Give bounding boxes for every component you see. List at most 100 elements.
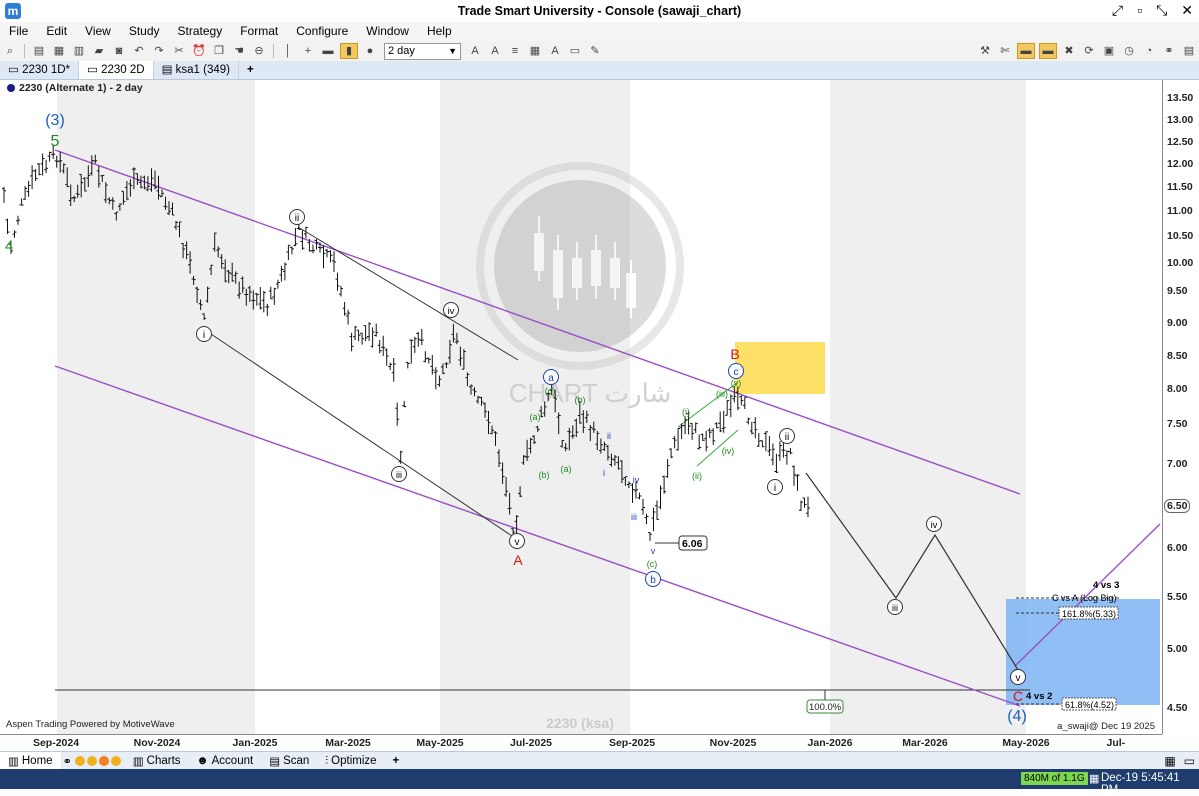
menu-configure[interactable]: Configure bbox=[287, 22, 357, 41]
wave-circle-ii-1: ii bbox=[289, 209, 305, 225]
svg-text:iii: iii bbox=[892, 603, 898, 613]
link-icon[interactable]: ⚭ bbox=[1161, 44, 1177, 58]
grid-icon[interactable]: ▦ bbox=[527, 44, 543, 58]
alarm-icon[interactable]: ⏰ bbox=[191, 44, 207, 58]
align-icon[interactable]: ≡ bbox=[507, 44, 523, 58]
add-tab-button[interactable]: + bbox=[239, 61, 262, 79]
series-dot-icon bbox=[7, 84, 15, 92]
optimize-icon: ⫶ bbox=[325, 754, 329, 767]
color-dot-icon[interactable]: ● bbox=[362, 44, 378, 58]
wave-circle-ii-2: ii bbox=[779, 428, 795, 444]
line-icon[interactable]: │ bbox=[280, 44, 296, 58]
window-icon[interactable]: ▭ bbox=[1180, 754, 1199, 768]
candle-icon[interactable]: ▮ bbox=[340, 43, 358, 59]
y-axis[interactable]: 13.50 13.00 12.50 12.00 11.50 11.00 10.5… bbox=[1162, 80, 1199, 734]
font-icon[interactable]: A bbox=[467, 44, 483, 58]
wave-minor-ii: ii bbox=[607, 431, 611, 441]
fullscreen-icon[interactable]: ⤢ bbox=[1112, 2, 1123, 19]
zoom-icon[interactable]: ⊖ bbox=[251, 44, 267, 58]
minimize-icon[interactable]: ▫ bbox=[1137, 2, 1142, 19]
menu-edit[interactable]: Edit bbox=[37, 22, 76, 41]
price-chart[interactable]: CHART شارت 4 vs 3 C vs A (Log Big) 161.8… bbox=[0, 80, 1162, 734]
bar-chart-icon[interactable]: ▬ bbox=[320, 44, 336, 58]
tab-home[interactable]: ▥ Home bbox=[0, 752, 61, 770]
tab-ksa1[interactable]: ▤ ksa1 (349) bbox=[154, 61, 239, 79]
text-color-icon[interactable]: A bbox=[547, 44, 563, 58]
tab-2230-1d[interactable]: ▭ 2230 1D* bbox=[0, 61, 80, 79]
page-icon[interactable]: ▤ bbox=[1181, 44, 1197, 58]
menu-file[interactable]: File bbox=[0, 22, 37, 41]
user-icon: ☻ bbox=[196, 755, 209, 767]
clock-icon[interactable]: ◷ bbox=[1121, 44, 1137, 58]
x-tick: May-2025 bbox=[416, 737, 464, 749]
close-icon[interactable]: ✕ bbox=[1181, 2, 1193, 19]
price-label: 6.06 bbox=[682, 538, 703, 550]
status-dot-icon[interactable] bbox=[98, 756, 109, 766]
tab-label: Scan bbox=[283, 755, 310, 767]
scan-icon: ▤ bbox=[269, 756, 281, 768]
restore-icon[interactable]: ⤡ bbox=[1156, 2, 1167, 19]
wave-circle-iv-2: iv bbox=[926, 516, 942, 532]
status-dot-icon[interactable] bbox=[86, 756, 97, 766]
hand-icon[interactable]: ☚ bbox=[231, 44, 247, 58]
undo-icon[interactable]: ↶ bbox=[131, 44, 147, 58]
tab-label: Charts bbox=[146, 755, 181, 767]
panel-icon[interactable]: ▬ bbox=[1017, 43, 1035, 59]
bar-size-select[interactable]: 2 day ▼ bbox=[384, 42, 461, 60]
x-axis[interactable]: Sep-2024 Nov-2024 Jan-2025 Mar-2025 May-… bbox=[0, 734, 1162, 761]
menu-window[interactable]: Window bbox=[357, 22, 418, 41]
menu-study[interactable]: Study bbox=[120, 22, 169, 41]
legend-text: 2230 (Alternate 1) - 2 day bbox=[19, 82, 143, 94]
chart-icon: ▥ bbox=[8, 756, 19, 768]
tab-charts[interactable]: ▥ Charts bbox=[125, 752, 189, 770]
menu-view[interactable]: View bbox=[76, 22, 120, 41]
memory-indicator[interactable]: 840M of 1.1G bbox=[1021, 772, 1088, 785]
y-tick: 11.00 bbox=[1167, 205, 1193, 217]
chart-canvas[interactable]: CHART شارت 4 vs 3 C vs A (Log Big) 161.8… bbox=[0, 80, 1162, 734]
link-icon[interactable]: ⚭ bbox=[61, 755, 74, 768]
panel2-icon[interactable]: ▬ bbox=[1039, 43, 1057, 59]
svg-text:iii: iii bbox=[396, 470, 402, 480]
layout-icon[interactable]: ▣ bbox=[1101, 44, 1117, 58]
add-bottom-tab-button[interactable]: + bbox=[385, 752, 408, 770]
status-dot-icon[interactable] bbox=[74, 756, 85, 766]
status-dot-icon[interactable] bbox=[110, 756, 121, 766]
wave-circle-c: c bbox=[728, 363, 744, 379]
crosshair-icon[interactable]: + bbox=[300, 44, 316, 58]
tools-icon[interactable]: ⚒ bbox=[977, 44, 993, 58]
tab-optimize[interactable]: ⫶ Optimize bbox=[317, 752, 384, 770]
bottom-tabs: ▥ Home ⚭ ▥ Charts ☻ Account ▤ Scan ⫶ Optimize… bbox=[0, 751, 1199, 770]
cut-icon[interactable]: ✄ bbox=[997, 44, 1013, 58]
fill-icon[interactable]: ▭ bbox=[567, 44, 583, 58]
tab-2230-2d[interactable]: ▭ 2230 2D bbox=[79, 61, 154, 79]
chart-tabs: ▭ 2230 1D* ▭ 2230 2D ▤ ksa1 (349) + bbox=[0, 61, 1199, 80]
bar-size-value: 2 day bbox=[388, 44, 415, 57]
tile-icon[interactable]: ▦ bbox=[1160, 754, 1179, 768]
close-tool-icon[interactable]: ✖ bbox=[1061, 44, 1077, 58]
fib-1618: 161.8%(5.33) bbox=[1062, 609, 1116, 619]
folder-icon[interactable]: ▰ bbox=[91, 44, 107, 58]
font-size-icon[interactable]: A bbox=[487, 44, 503, 58]
copy-icon[interactable]: ❐ bbox=[211, 44, 227, 58]
print-icon[interactable]: ▥ bbox=[71, 44, 87, 58]
scissors-icon[interactable]: ✂ bbox=[171, 44, 187, 58]
save-icon[interactable]: ▦ bbox=[51, 44, 67, 58]
search-icon[interactable]: ⌕ bbox=[2, 44, 18, 58]
svg-text:a: a bbox=[548, 373, 554, 384]
x-tick: Jan-2025 bbox=[232, 737, 278, 749]
toolbar-divider bbox=[273, 44, 274, 58]
brush-icon[interactable]: ✎ bbox=[587, 44, 603, 58]
refresh-icon[interactable]: ⟳ bbox=[1081, 44, 1097, 58]
redo-icon[interactable]: ↷ bbox=[151, 44, 167, 58]
color-icon[interactable]: ◔ bbox=[1141, 44, 1157, 58]
tab-account[interactable]: ☻ Account bbox=[189, 752, 262, 770]
menu-strategy[interactable]: Strategy bbox=[169, 22, 232, 41]
menu-help[interactable]: Help bbox=[418, 22, 461, 41]
svg-text:v: v bbox=[515, 537, 520, 548]
toolbar: ⌕ ▤ ▦ ▥ ▰ ◙ ↶ ↷ ✂ ⏰ ❐ ☚ ⊖ │ + ▬ ▮ ● 2 da… bbox=[0, 41, 1199, 62]
menu-format[interactable]: Format bbox=[231, 22, 287, 41]
camera-icon[interactable]: ◙ bbox=[111, 44, 127, 58]
wave-small-iii: (iii) bbox=[716, 389, 728, 399]
new-page-icon[interactable]: ▤ bbox=[31, 44, 47, 58]
tab-scan[interactable]: ▤ Scan bbox=[261, 752, 317, 770]
